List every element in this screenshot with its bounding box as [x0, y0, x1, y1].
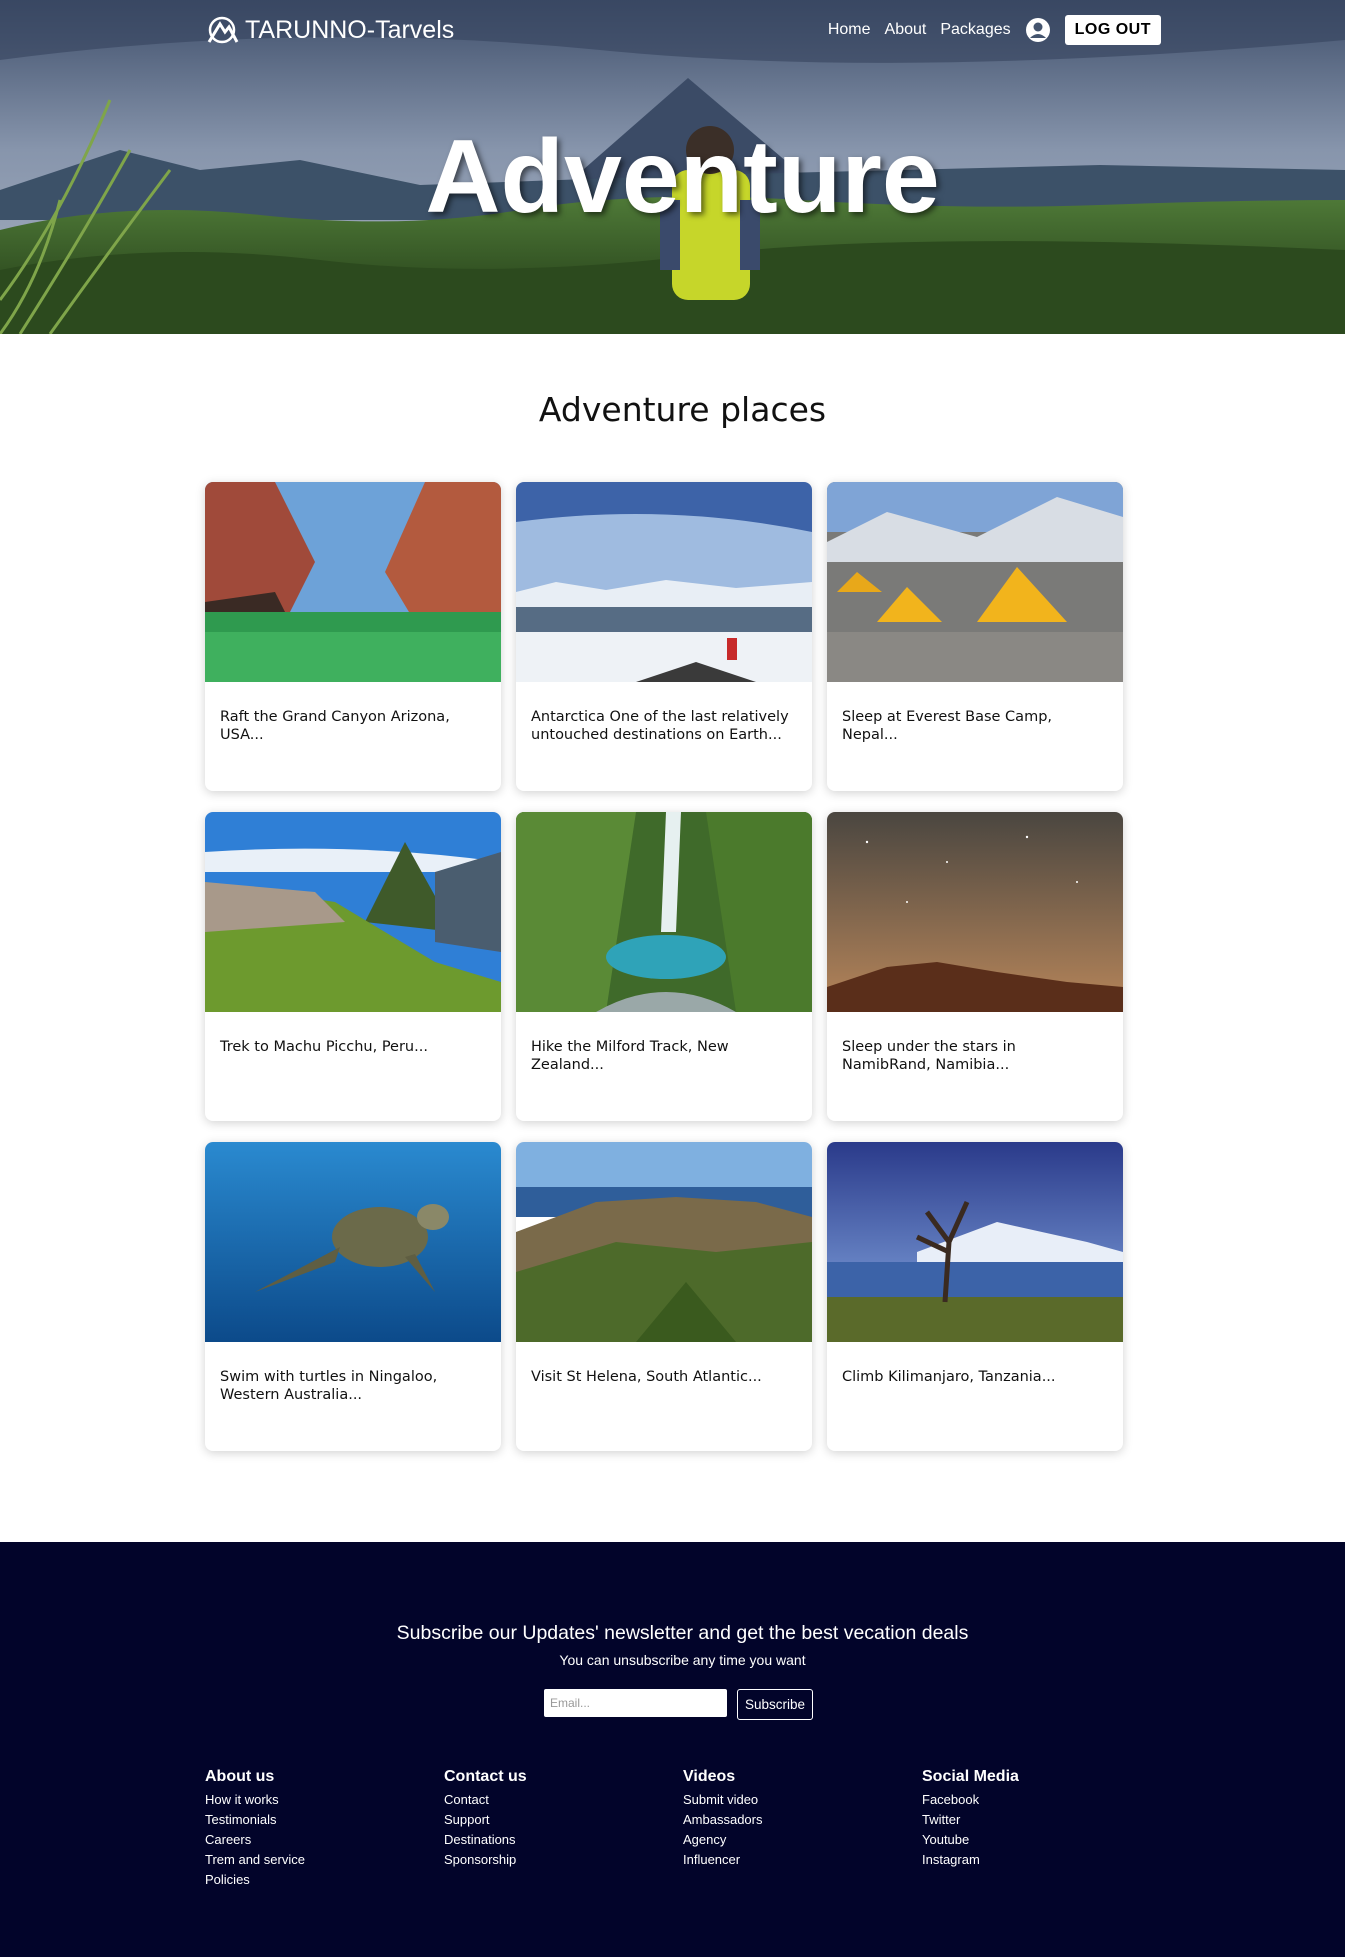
nav-link-about[interactable]: About: [885, 21, 927, 39]
place-card-antarctica[interactable]: Antarctica One of the last relatively un…: [516, 482, 812, 791]
footer-link-support[interactable]: Support: [444, 1810, 683, 1830]
places-grid: Raft the Grand Canyon Arizona, USA... An…: [205, 482, 1125, 1451]
footer-link-destinations[interactable]: Destinations: [444, 1830, 683, 1850]
hero-banner: TARUNNO-Tarvels Home About Packages LOG …: [0, 0, 1345, 334]
card-caption: Sleep under the stars in NamibRand, Nami…: [842, 1039, 1016, 1073]
user-account-icon[interactable]: [1025, 17, 1051, 43]
footer-column-about: About us How it works Testimonials Caree…: [205, 1768, 444, 1890]
logout-button[interactable]: LOG OUT: [1064, 15, 1161, 45]
place-card-ningaloo[interactable]: Swim with turtles in Ningaloo, Western A…: [205, 1142, 501, 1451]
mountain-logo-icon: [207, 16, 239, 44]
card-caption: Hike the Milford Track, New Zealand...: [531, 1039, 729, 1073]
milford-track-image: [516, 812, 812, 1012]
card-caption: Raft the Grand Canyon Arizona, USA...: [220, 709, 450, 743]
kilimanjaro-image: [827, 1142, 1123, 1342]
newsletter-form: Subscribe: [544, 1689, 814, 1720]
place-card-milford-track[interactable]: Hike the Milford Track, New Zealand...: [516, 812, 812, 1121]
card-caption: Antarctica One of the last relatively un…: [531, 709, 789, 743]
nav-links: Home About Packages LOG OUT: [828, 15, 1161, 45]
section-title: Adventure places: [538, 390, 827, 429]
footer-link-careers[interactable]: Careers: [205, 1830, 444, 1850]
footer-link-testimonials[interactable]: Testimonials: [205, 1810, 444, 1830]
place-card-namibrand[interactable]: Sleep under the stars in NamibRand, Nami…: [827, 812, 1123, 1121]
namibrand-night-sky-image: [827, 812, 1123, 1012]
machu-picchu-image: [205, 812, 501, 1012]
footer-link-how-it-works[interactable]: How it works: [205, 1790, 444, 1810]
sea-turtle-image: [205, 1142, 501, 1342]
footer-column-title: Contact us: [444, 1768, 527, 1785]
footer-link-terms[interactable]: Trem and service: [205, 1850, 444, 1870]
card-caption: Sleep at Everest Base Camp, Nepal...: [842, 709, 1053, 743]
footer-column-title: About us: [205, 1768, 275, 1785]
nav-link-packages[interactable]: Packages: [940, 21, 1010, 39]
footer-link-policies[interactable]: Policies: [205, 1870, 444, 1890]
brand-name: TARUNNO-Tarvels: [245, 15, 455, 44]
top-navbar: TARUNNO-Tarvels Home About Packages LOG …: [205, 14, 1161, 46]
footer-link-instagram[interactable]: Instagram: [922, 1850, 1161, 1870]
place-card-machu-picchu[interactable]: Trek to Machu Picchu, Peru...: [205, 812, 501, 1121]
antarctica-image: [516, 482, 812, 682]
email-input[interactable]: [544, 1689, 727, 1717]
footer-column-videos: Videos Submit video Ambassadors Agency I…: [683, 1768, 922, 1890]
card-caption: Climb Kilimanjaro, Tanzania...: [842, 1369, 1056, 1385]
footer-column-title: Social Media: [922, 1768, 1019, 1785]
footer-link-influencer[interactable]: Influencer: [683, 1850, 922, 1870]
st-helena-image: [516, 1142, 812, 1342]
footer-columns: About us How it works Testimonials Caree…: [205, 1768, 1161, 1890]
footer-link-submit-video[interactable]: Submit video: [683, 1790, 922, 1810]
nav-link-home[interactable]: Home: [828, 21, 871, 39]
footer-column-social: Social Media Facebook Twitter Youtube In…: [922, 1768, 1161, 1890]
footer-column-contact: Contact us Contact Support Destinations …: [444, 1768, 683, 1890]
place-card-kilimanjaro[interactable]: Climb Kilimanjaro, Tanzania...: [827, 1142, 1123, 1451]
everest-base-camp-image: [827, 482, 1123, 682]
place-card-st-helena[interactable]: Visit St Helena, South Atlantic...: [516, 1142, 812, 1451]
brand[interactable]: TARUNNO-Tarvels: [205, 16, 454, 45]
footer: Subscribe our Updates' newsletter and ge…: [0, 1542, 1345, 1957]
card-caption: Swim with turtles in Ningaloo, Western A…: [220, 1369, 438, 1403]
footer-link-sponsorship[interactable]: Sponsorship: [444, 1850, 683, 1870]
place-card-grand-canyon[interactable]: Raft the Grand Canyon Arizona, USA...: [205, 482, 501, 791]
grand-canyon-image: [205, 482, 501, 682]
newsletter-note: You can unsubscribe any time you want: [559, 1652, 806, 1668]
hero-title: Adventure: [425, 119, 940, 235]
footer-link-contact[interactable]: Contact: [444, 1790, 683, 1810]
place-card-everest[interactable]: Sleep at Everest Base Camp, Nepal...: [827, 482, 1123, 791]
subscribe-button[interactable]: Subscribe: [737, 1689, 814, 1720]
footer-column-title: Videos: [683, 1768, 736, 1785]
newsletter-title: Subscribe our Updates' newsletter and ge…: [396, 1622, 969, 1644]
footer-link-youtube[interactable]: Youtube: [922, 1830, 1161, 1850]
card-caption: Trek to Machu Picchu, Peru...: [220, 1039, 428, 1055]
footer-link-agency[interactable]: Agency: [683, 1830, 922, 1850]
footer-link-facebook[interactable]: Facebook: [922, 1790, 1161, 1810]
footer-link-twitter[interactable]: Twitter: [922, 1810, 1161, 1830]
card-caption: Visit St Helena, South Atlantic...: [531, 1369, 762, 1385]
footer-link-ambassadors[interactable]: Ambassadors: [683, 1810, 922, 1830]
